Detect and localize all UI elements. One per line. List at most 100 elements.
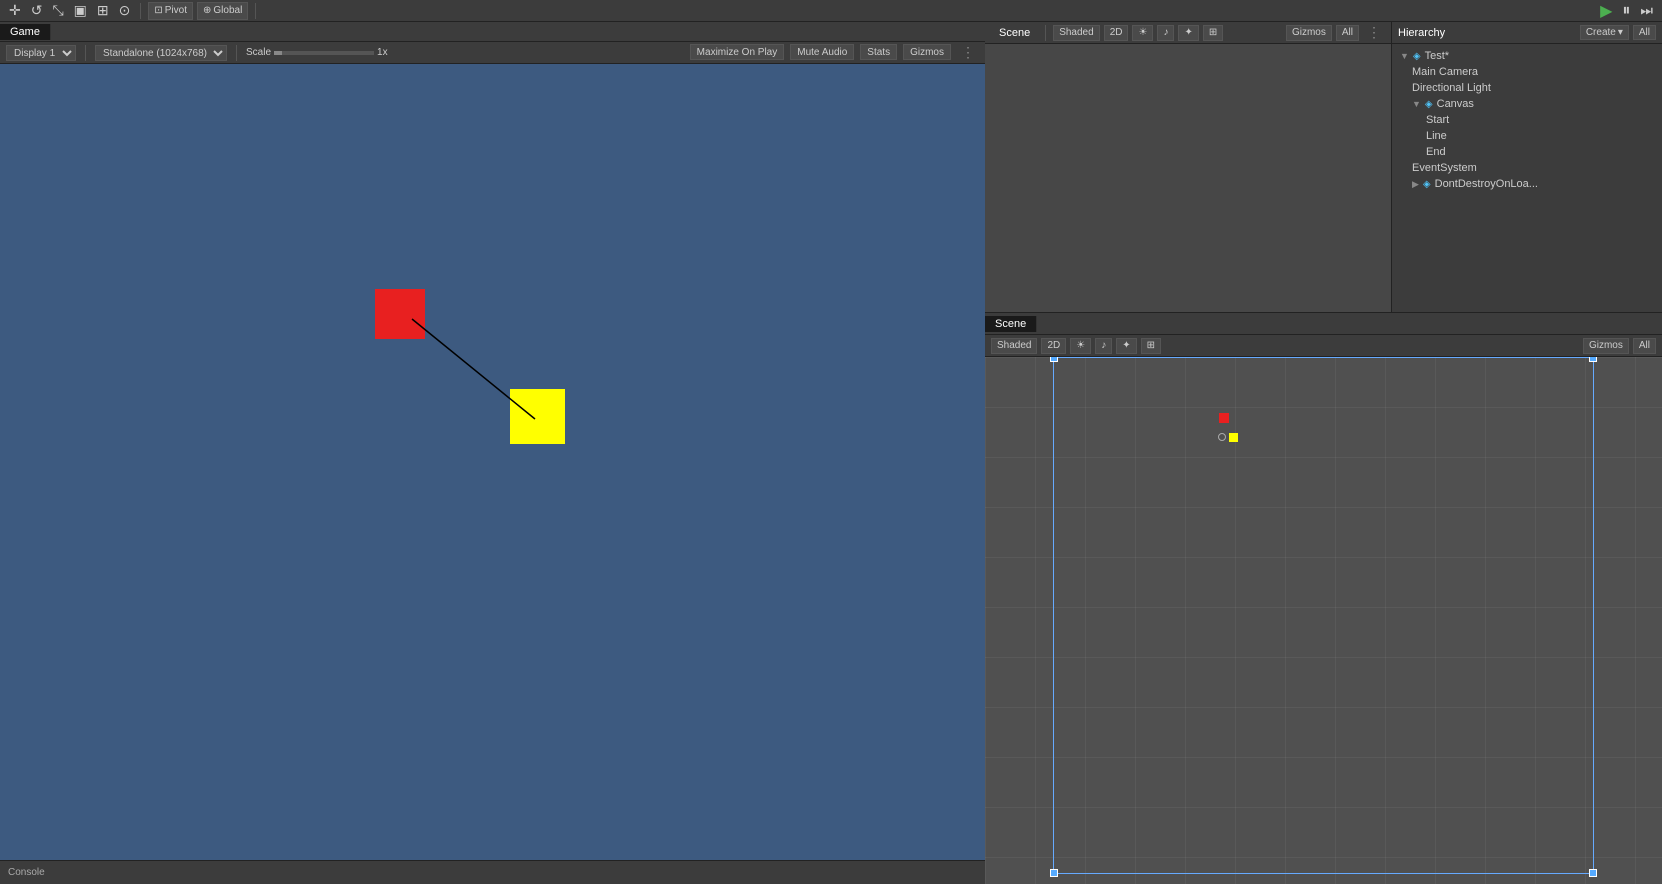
global-btn[interactable]: ⊕ Global [197,2,248,20]
selection-handle-br[interactable] [1589,869,1597,877]
hierarchy-label-main-camera: Main Camera [1412,66,1478,78]
hierarchy-label-line: Line [1426,130,1447,142]
scene-gizmos-btn2[interactable]: Gizmos [1583,338,1629,354]
scene-toolbar-right: Gizmos All ⋮ [1286,24,1385,41]
scene-view-toolbar: Shaded 2D ☀ ♪ ✦ ⊞ Gizmos All [985,335,1662,357]
pause-btn[interactable]: ⏸ [1619,2,1633,20]
expand-arrow-dontdestroy: ▶ [1412,179,1419,190]
all-scene-btn[interactable]: All [1336,25,1359,41]
scene-yellow-square [1229,433,1238,442]
transform-tool-btn[interactable]: ⊞ [94,2,112,20]
unity-icon-dontdestroy: ◈ [1423,179,1431,190]
maximize-on-play-btn[interactable]: Maximize On Play [690,44,785,60]
canvas-selection-box [1053,357,1594,874]
mute-audio-btn[interactable]: Mute Audio [790,44,854,60]
scale-slider[interactable] [274,51,374,55]
play-btn[interactable]: ▶ [1597,2,1615,20]
hierarchy-all-btn[interactable]: All [1633,25,1656,40]
scene-viewport [985,44,1391,312]
scene-toolbar: Scene Shaded 2D ☀ ♪ ✦ ⊞ Gizmos All ⋮ [985,22,1391,44]
expand-arrow-canvas: ▼ [1412,99,1421,109]
expand-arrow-test: ▼ [1400,51,1409,61]
pivot-icon: ⊡ [154,5,162,16]
unity-icon-test: ◈ [1413,51,1421,62]
scene-panel: Scene Shaded 2D ☀ ♪ ✦ ⊞ Gizmos All ⋮ [985,22,1392,312]
gizmos-scene-btn[interactable]: Gizmos [1286,25,1332,41]
scene-tab-label[interactable]: Scene [991,25,1038,41]
rect-tool-btn[interactable]: ▣ [71,2,90,20]
pivot-btn[interactable]: ⊡ Pivot [148,2,193,20]
display-selector: Display 1 [6,45,76,61]
main-content: Game Display 1 Standalone (1024x768) Sca… [0,22,1662,884]
hierarchy-title: Hierarchy [1398,27,1445,39]
left-panel: Game Display 1 Standalone (1024x768) Sca… [0,22,985,884]
hierarchy-label-end: End [1426,146,1446,158]
hierarchy-item-canvas[interactable]: ▼ ◈ Canvas [1392,96,1662,112]
resolution-selector: Standalone (1024x768) [95,45,227,61]
separator-2 [255,3,256,19]
hierarchy-panel: Hierarchy Create ▾ All ▼ ◈ Test* [1392,22,1662,312]
scene-fx-btn2[interactable]: ✦ [1116,338,1136,354]
hierarchy-item-eventsystem[interactable]: EventSystem [1392,160,1662,176]
custom-tool-btn[interactable]: ⊙ [116,2,134,20]
display-select[interactable]: Display 1 [6,45,76,61]
unity-icon-canvas: ◈ [1425,99,1433,110]
resolution-select[interactable]: Standalone (1024x768) [95,45,227,61]
top-toolbar: ✛ ↺ ⤡ ▣ ⊞ ⊙ ⊡ Pivot ⊕ Global ▶ ⏸ ⏭ [0,0,1662,22]
hierarchy-label-dontdestroy: DontDestroyOnLoa... [1435,178,1538,190]
audio-btn[interactable]: ♪ [1157,25,1174,41]
scene-sep-1 [1045,25,1046,41]
game-viewport [0,64,985,860]
separator-1 [140,3,141,19]
scene-circle-indicator [1218,433,1226,441]
sep-gt-2 [236,45,237,61]
scene-shaded-btn[interactable]: Shaded [991,338,1037,354]
selection-handle-tr[interactable] [1589,357,1597,362]
hierarchy-item-end[interactable]: End [1392,144,1662,160]
yellow-square [510,389,565,444]
hierarchy-item-start[interactable]: Start [1392,112,1662,128]
scene-bottom-tab[interactable]: Scene [985,316,1037,332]
create-btn[interactable]: Create ▾ [1580,25,1629,40]
red-square [375,289,425,339]
scale-control: Scale 1x [246,47,388,58]
hierarchy-item-test[interactable]: ▼ ◈ Test* [1392,48,1662,64]
scale-value: 1x [377,47,388,58]
scene-bottom-tab-label: Scene [995,318,1026,330]
selection-handle-tl[interactable] [1050,357,1058,362]
scene-view-btn[interactable]: ⊞ [1203,25,1223,41]
move-tool-btn[interactable]: ✛ [6,2,24,20]
gizmos-game-btn[interactable]: Gizmos [903,44,951,60]
scene-main-viewport [985,357,1662,884]
hierarchy-item-main-camera[interactable]: Main Camera [1392,64,1662,80]
scene-view-bottom: Scene Shaded 2D ☀ ♪ ✦ ⊞ Gizmos All [985,312,1662,884]
sep-gt-1 [85,45,86,61]
right-top-area: Scene Shaded 2D ☀ ♪ ✦ ⊞ Gizmos All ⋮ [985,22,1662,312]
scene-view-tab-bar: Scene [985,313,1662,335]
fx-btn[interactable]: ✦ [1178,25,1198,41]
game-toolbar-right: Maximize On Play Mute Audio Stats Gizmos… [690,44,979,61]
stats-btn[interactable]: Stats [860,44,897,60]
hierarchy-item-line[interactable]: Line [1392,128,1662,144]
2d-btn[interactable]: 2D [1104,25,1129,41]
scene-audio-btn[interactable]: ♪ [1095,338,1112,354]
scene-2d-btn[interactable]: 2D [1041,338,1066,354]
step-btn[interactable]: ⏭ [1637,2,1656,20]
lighting-btn[interactable]: ☀ [1132,25,1153,41]
shaded-btn[interactable]: Shaded [1053,25,1099,41]
scene-lighting-btn[interactable]: ☀ [1070,338,1091,354]
create-arrow-icon: ▾ [1618,27,1623,38]
scene-all-btn2[interactable]: All [1633,338,1656,354]
hierarchy-item-dontdestroy[interactable]: ▶ ◈ DontDestroyOnLoa... [1392,176,1662,192]
selection-handle-bl[interactable] [1050,869,1058,877]
scene-grid-btn[interactable]: ⊞ [1141,338,1161,354]
rotate-tool-btn[interactable]: ↺ [28,2,46,20]
hierarchy-item-directional-light[interactable]: Directional Light [1392,80,1662,96]
hierarchy-label-canvas: Canvas [1437,98,1474,110]
console-tab-label[interactable]: Console [8,867,45,878]
game-panel-minimize-btn[interactable]: ⋮ [957,44,979,61]
global-icon: ⊕ [203,5,211,16]
scene-minimize-btn[interactable]: ⋮ [1363,24,1385,41]
scale-tool-btn[interactable]: ⤡ [49,2,66,20]
game-tab[interactable]: Game [0,24,51,40]
